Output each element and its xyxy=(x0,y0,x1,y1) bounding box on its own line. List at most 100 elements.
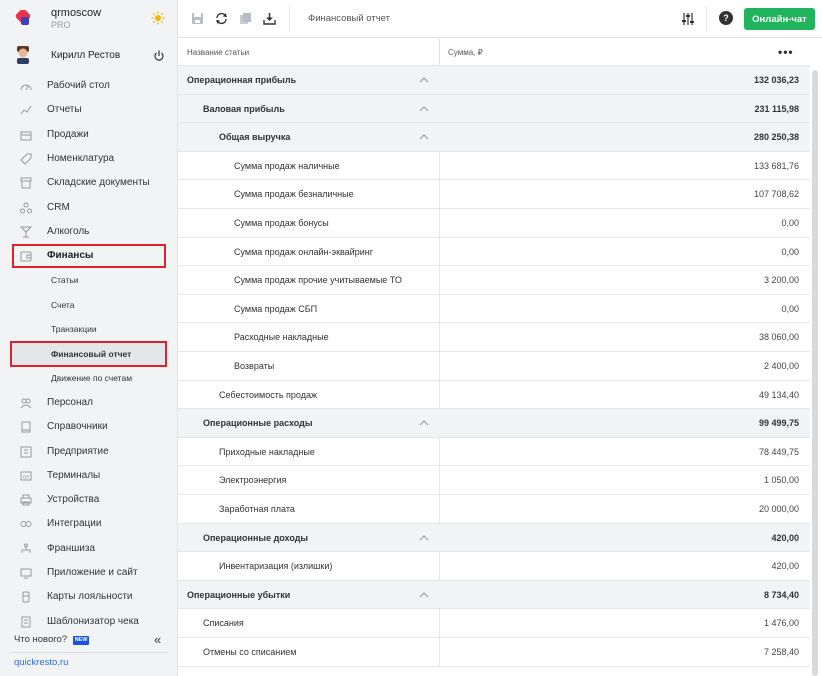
toolbar-separator xyxy=(706,6,707,32)
table-row[interactable]: Себестоимость продаж 49 134,40 xyxy=(178,380,810,410)
nav-subitem-accounts[interactable]: Счета xyxy=(12,294,166,318)
power-icon[interactable] xyxy=(153,50,165,62)
refresh-icon[interactable] xyxy=(215,12,228,25)
table-row[interactable]: Сумма продаж прочие учитываемые ТО 3 200,… xyxy=(178,266,810,295)
row-value: 78 449,75 xyxy=(758,446,799,457)
nav-label: Счета xyxy=(51,299,75,310)
table-row[interactable]: Сумма продаж онлайн-эквайринг 0,00 xyxy=(178,237,810,267)
table-row[interactable]: Сумма продаж наличные 133 681,76 xyxy=(178,151,810,181)
download-icon[interactable] xyxy=(263,12,276,25)
book-icon xyxy=(21,421,31,433)
row-value: 133 681,76 xyxy=(753,160,799,171)
row-name: Сумма продаж прочие учитываемые ТО xyxy=(234,275,402,286)
column-divider xyxy=(439,209,440,237)
collapse-sidebar-icon[interactable]: « xyxy=(154,632,161,647)
column-divider xyxy=(439,466,440,495)
help-icon[interactable]: ? xyxy=(719,11,733,25)
nav-subitem-account-movements[interactable]: Движение по счетам xyxy=(12,367,166,391)
nav-item-dashboard[interactable]: Рабочий стол xyxy=(12,74,166,98)
nav-label: Финансовый отчет xyxy=(51,349,132,360)
nav-item-app-site[interactable]: Приложение и сайт xyxy=(12,561,166,585)
user-block[interactable]: Кирилл Рестов xyxy=(0,44,178,68)
table-group-row[interactable]: Общая выручка 280 250,38 xyxy=(178,123,810,152)
copy-icon[interactable] xyxy=(239,12,252,25)
table-row[interactable]: Сумма продаж безналичные 107 708,62 xyxy=(178,180,810,209)
nav-item-finance[interactable]: Финансы xyxy=(12,244,166,269)
table-group-row[interactable]: Валовая прибыль 231 115,98 xyxy=(178,94,810,124)
column-divider xyxy=(439,380,440,409)
table-header: Название статьи Сумма, ₽ ••• xyxy=(178,38,810,66)
table-row[interactable]: Сумма продаж бонусы 0,00 xyxy=(178,209,810,238)
column-divider xyxy=(439,495,440,523)
row-value: 7 258,40 xyxy=(763,647,799,657)
nav-item-sales[interactable]: Продажи xyxy=(12,123,166,147)
table-row[interactable]: Отмены со списанием 7 258,40 xyxy=(178,638,810,667)
sun-icon[interactable] xyxy=(151,11,165,25)
nav-item-nomenclature[interactable]: Номенклатура xyxy=(12,147,166,171)
row-name: Сумма продаж онлайн-эквайринг xyxy=(234,246,373,257)
building-icon xyxy=(20,446,32,457)
nav-item-crm[interactable]: CRM xyxy=(12,196,166,220)
brand-block[interactable]: qrmoscow PRO xyxy=(0,0,178,38)
scrollbar[interactable] xyxy=(812,70,818,676)
row-name: Возвраты xyxy=(234,361,275,371)
nav-item-integrations[interactable]: Интеграции xyxy=(12,512,166,536)
online-chat-button[interactable]: Онлайн-чат xyxy=(744,8,815,30)
more-options-icon[interactable]: ••• xyxy=(778,45,794,59)
chevron-up-icon[interactable] xyxy=(419,534,429,542)
chevron-up-icon[interactable] xyxy=(419,76,429,84)
nav-subitem-articles[interactable]: Статьи xyxy=(12,269,166,293)
settings-sliders-icon[interactable] xyxy=(681,12,695,26)
column-header-sum[interactable]: Сумма, ₽ xyxy=(448,48,483,57)
site-link[interactable]: quickresto.ru xyxy=(14,657,68,668)
receipt-icon xyxy=(21,616,31,628)
table-row[interactable]: Возвраты 2 400,00 xyxy=(178,352,810,381)
chevron-up-icon[interactable] xyxy=(419,105,429,113)
nav-item-devices[interactable]: Устройства xyxy=(12,488,166,512)
nav-item-references[interactable]: Справочники xyxy=(12,415,166,439)
column-divider xyxy=(439,38,440,66)
nav-item-enterprise[interactable]: Предприятие xyxy=(12,440,166,464)
nav-item-terminals[interactable]: QR Терминалы xyxy=(12,464,166,488)
table-group-row[interactable]: Операционная прибыль 132 036,23 xyxy=(178,66,810,95)
toolbar: Финансовый отчет ? Онлайн-чат xyxy=(178,0,822,38)
nav-label: Справочники xyxy=(47,421,108,433)
chevron-up-icon[interactable] xyxy=(419,591,429,599)
table-row[interactable]: Расходные накладные 38 060,00 xyxy=(178,323,810,352)
chevron-up-icon[interactable] xyxy=(419,419,429,427)
column-divider xyxy=(439,552,440,581)
row-name: Операционные убытки xyxy=(187,589,291,600)
table-row[interactable]: Приходные накладные 78 449,75 xyxy=(178,437,810,467)
chevron-up-icon[interactable] xyxy=(419,133,429,141)
row-value: 99 499,75 xyxy=(758,418,799,429)
save-icon[interactable] xyxy=(191,12,204,25)
table-group-row[interactable]: Операционные доходы 420,00 xyxy=(178,523,810,553)
row-value: 231 115,98 xyxy=(754,103,799,114)
table-row[interactable]: Списания 1 476,00 xyxy=(178,609,810,638)
nav-label: Рабочий стол xyxy=(47,80,110,91)
row-name: Отмены со списанием xyxy=(203,647,297,657)
nav-label: Финансы xyxy=(47,250,94,262)
staff-icon xyxy=(20,398,32,409)
column-divider xyxy=(439,638,440,666)
nav-item-loyalty-cards[interactable]: Карты лояльности xyxy=(12,585,166,609)
nav-subitem-transactions[interactable]: Транзакции xyxy=(12,318,166,342)
whats-new-link[interactable]: Что нового? xyxy=(14,634,67,645)
table-group-row[interactable]: Операционные убытки 8 734,40 xyxy=(178,580,810,610)
nav-item-warehouse-docs[interactable]: Складские документы xyxy=(12,171,166,195)
table-row[interactable]: Инвентаризация (излишки) 420,00 xyxy=(178,552,810,581)
nav-item-reports[interactable]: Отчеты xyxy=(12,98,166,122)
table-row[interactable]: Заработная плата 20 000,00 xyxy=(178,495,810,524)
nav-item-franchise[interactable]: Франшиза xyxy=(12,537,166,561)
nav-item-receipt-template[interactable]: Шаблонизатор чека xyxy=(12,610,166,634)
nav-item-staff[interactable]: Персонал xyxy=(12,391,166,415)
table-row[interactable]: Сумма продаж СБП 0,00 xyxy=(178,294,810,324)
nav-item-alcohol[interactable]: Алкоголь xyxy=(12,220,166,244)
table-row[interactable]: Электроэнергия 1 050,00 xyxy=(178,466,810,495)
column-header-name[interactable]: Название статьи xyxy=(187,48,249,57)
column-divider xyxy=(439,180,440,209)
nav-label: Статьи xyxy=(51,275,79,286)
nav-subitem-financial-report[interactable]: Финансовый отчет xyxy=(10,341,167,368)
table-group-row[interactable]: Операционные расходы 99 499,75 xyxy=(178,409,810,438)
nav-label: Отчеты xyxy=(47,104,82,116)
